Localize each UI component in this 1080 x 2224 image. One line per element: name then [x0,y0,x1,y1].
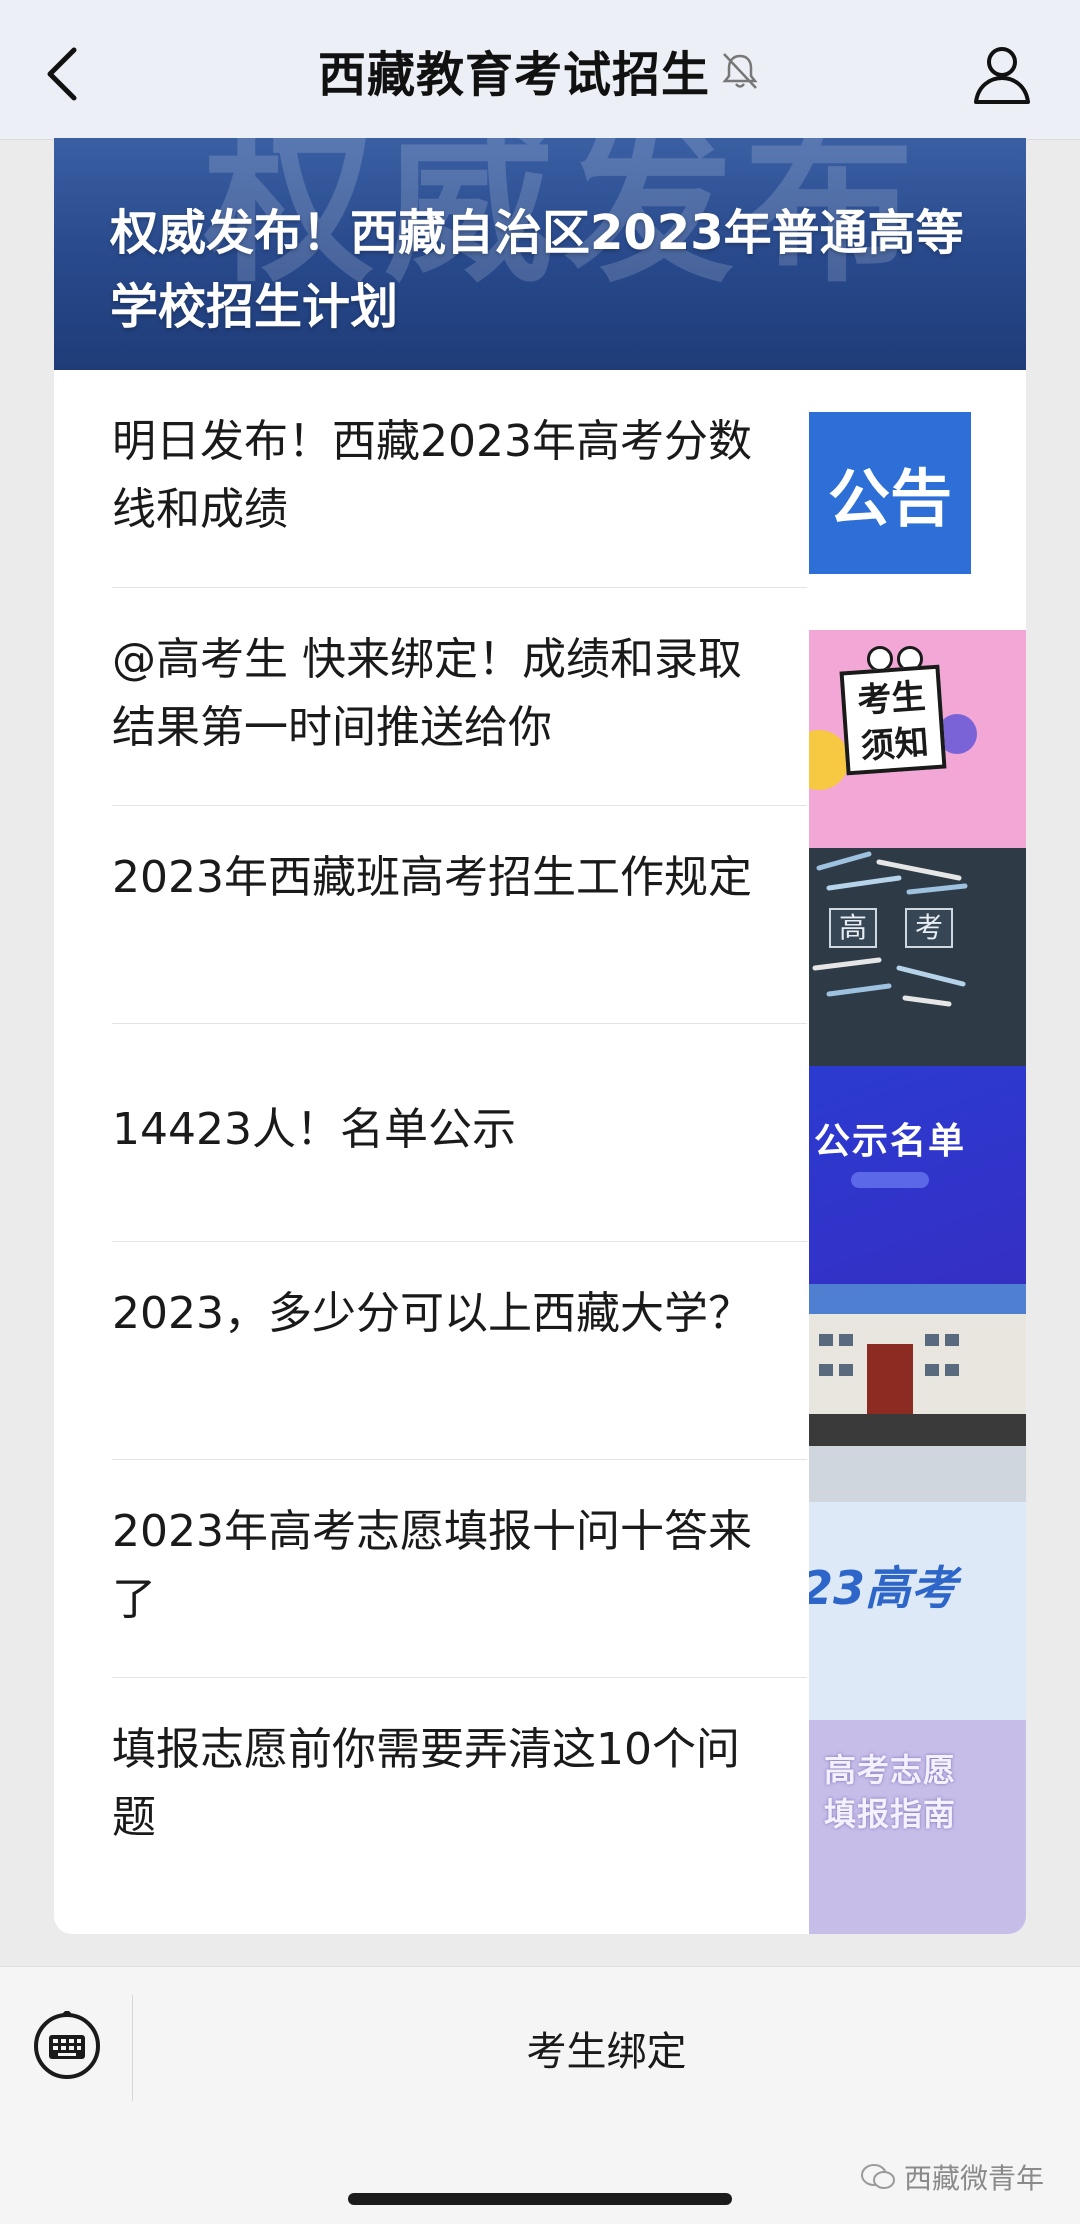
article-title: 2023年西藏班高考招生工作规定 [112,852,752,903]
article-thumbnail: 公告 [809,412,971,574]
home-indicator[interactable] [348,2193,732,2205]
watermark-text: 西藏微青年 [903,2162,1044,2195]
sky-shape [809,1284,1026,1314]
window-shape [819,1334,833,1346]
page-title: 西藏教育考试招生 [317,46,710,103]
window-shape [819,1364,833,1376]
title-group: 西藏教育考试招生 [318,35,762,105]
notice-thumbnail-text: 公告 [809,412,971,574]
thumbnail-pill-shape [851,1172,929,1188]
guide-thumbnail-text: 高考志愿填报指南 [823,1751,956,1833]
window-shape [839,1364,853,1376]
article-item[interactable]: @高考生 快来绑定！成绩和录取结果第一时间推送给你 考生须知 [54,588,1026,848]
article-title: 填报志愿前你需要弄清这10个问题 [112,1724,740,1843]
featured-article[interactable]: 权威发布 权威发布！西藏自治区2023年普通高等学校招生计划 [54,138,1026,370]
article-title: 明日发布！西藏2023年高考分数线和成绩 [112,416,752,535]
student-binding-menu-button[interactable]: 考生绑定 [133,1995,1080,2101]
window-shape [925,1364,939,1376]
article-thumbnail: 高考志愿填报指南 [809,1720,1026,1934]
article-title: 2023，多少分可以上西藏大学？ [112,1288,752,1339]
ground-shape [809,1414,1026,1446]
article-title: 2023年高考志愿填报十问十答来了 [112,1506,752,1625]
navigation-bar: 西藏教育考试招生 [0,0,1080,140]
gao-character-card: 高 [829,908,877,948]
featured-article-title: 权威发布！西藏自治区2023年普通高等学校招生计划 [110,205,964,335]
wechat-icon [860,2164,895,2189]
window-shape [925,1334,939,1346]
source-watermark: 西藏微青年 [860,2157,1044,2197]
article-item[interactable]: 2023年高考志愿填报十问十答来了 23高考 [54,1460,1026,1720]
exam-notice-thumbnail-text: 考生须知 [839,664,947,776]
article-item[interactable]: 2023，多少分可以上西藏大学？ [54,1242,1026,1502]
decor-shape [809,730,849,790]
window-shape [945,1364,959,1376]
kao-character-card: 考 [905,908,953,948]
screen: 西藏教育考试招生 权威发布 权威发布！西藏自治区2023年普通高等学校招生计划 … [0,0,1080,2224]
keyboard-icon[interactable] [32,2011,102,2081]
article-title: @高考生 快来绑定！成绩和录取结果第一时间推送给你 [112,634,742,753]
bell-muted-icon [722,52,758,89]
article-item[interactable]: 2023年西藏班高考招生工作规定 高 考 [54,806,1026,1066]
gaokao-thumbnail-text: 23高考 [809,1561,958,1615]
public-list-thumbnail-text: 公示名单 [813,1121,966,1162]
window-shape [945,1334,959,1346]
article-item[interactable]: 填报志愿前你需要弄清这10个问题 高考志愿填报指南 [54,1678,1026,1934]
person-icon[interactable] [972,44,1032,106]
window-shape [839,1334,853,1346]
article-item[interactable]: 明日发布！西藏2023年高考分数线和成绩 公告 [54,370,1026,588]
chevron-left-icon[interactable] [40,44,86,104]
entrance-shape [867,1344,913,1414]
article-card: 权威发布 权威发布！西藏自治区2023年普通高等学校招生计划 明日发布！西藏20… [54,138,1026,1934]
article-title: 14423人！名单公示 [112,1104,516,1155]
bottom-menu-bar: 考生绑定 西藏微青年 [0,1966,1080,2224]
article-item[interactable]: 14423人！名单公示 公示名单 [54,1024,1026,1284]
